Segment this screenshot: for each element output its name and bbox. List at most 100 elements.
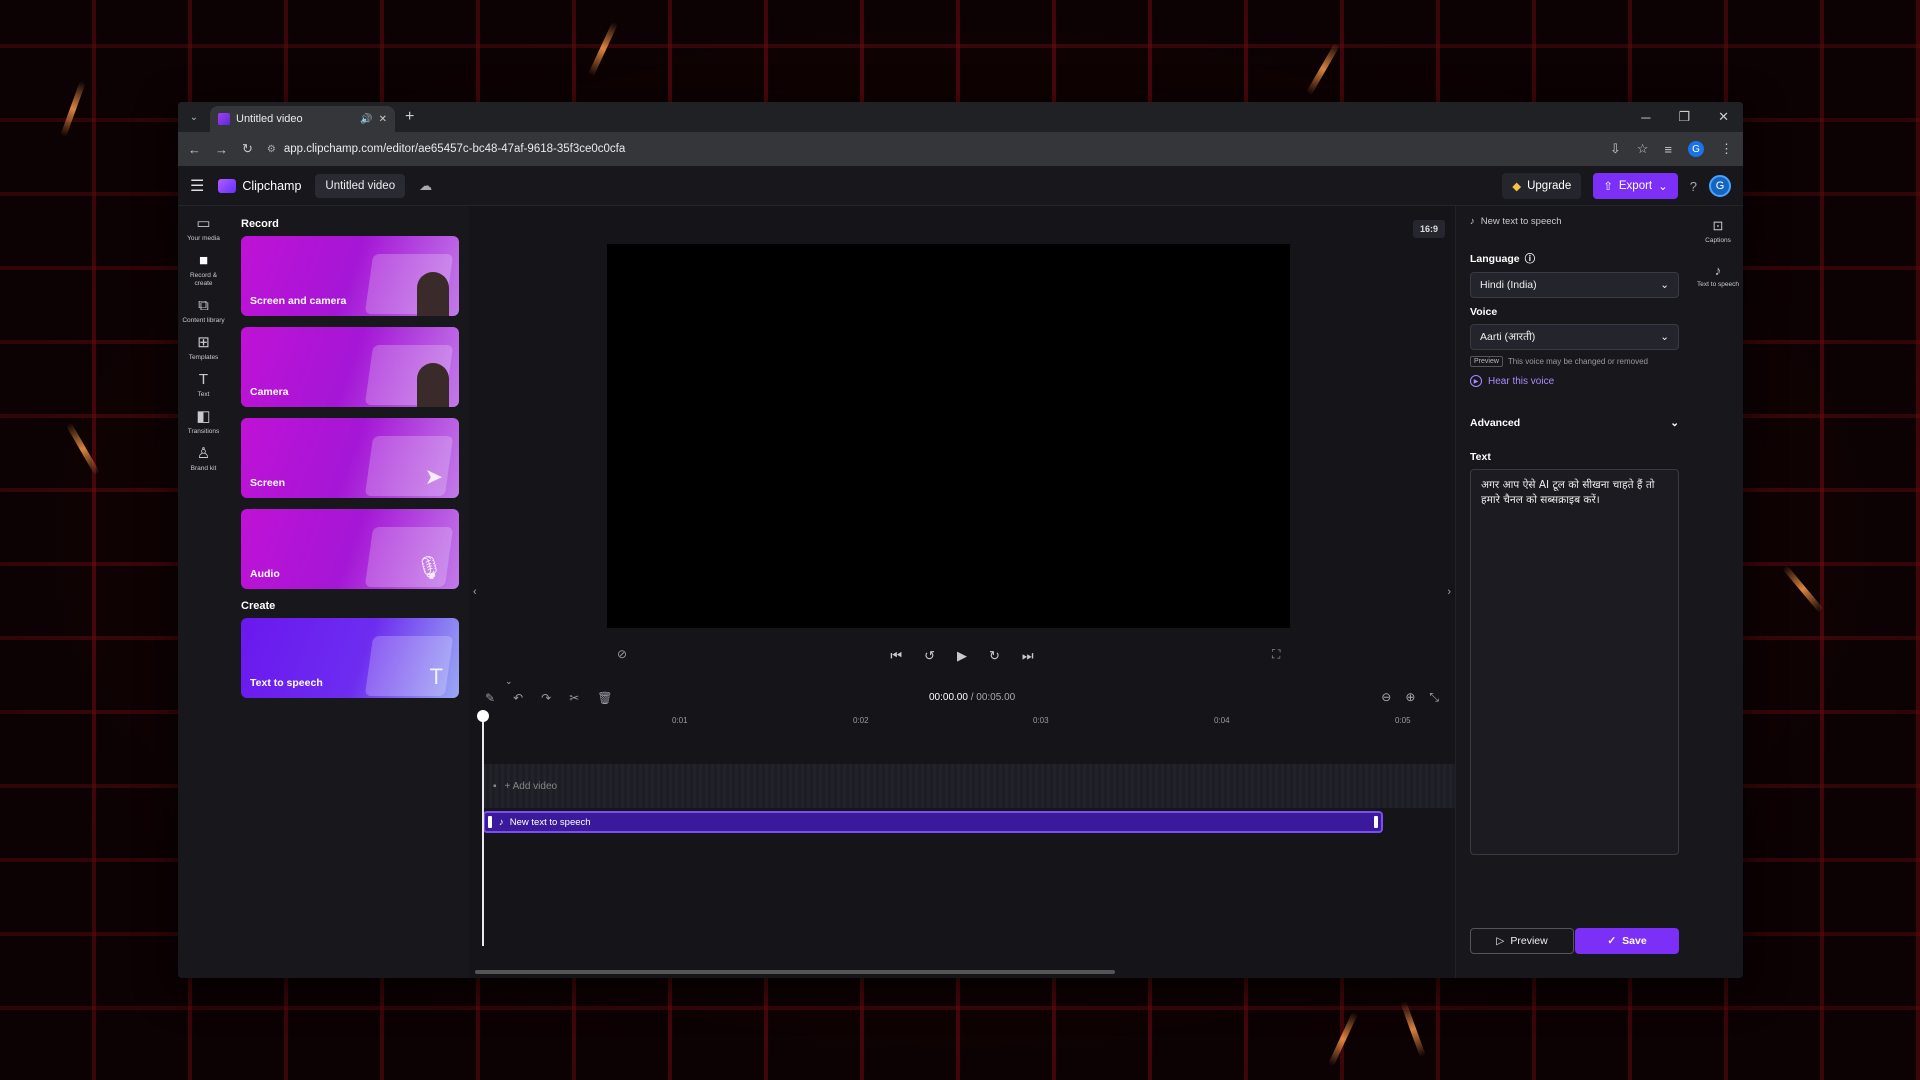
user-avatar[interactable]: G: [1709, 175, 1731, 197]
help-icon[interactable]: ?: [1690, 179, 1697, 194]
browser-tab[interactable]: Untitled video 🔊 ✕: [210, 106, 395, 132]
magic-icon[interactable]: ✎: [485, 691, 495, 705]
video-preview-canvas[interactable]: [607, 244, 1290, 628]
screen-and-camera-card[interactable]: Screen and camera: [241, 236, 459, 316]
tab-menu-icon[interactable]: ≡: [1664, 142, 1672, 157]
text-icon: T: [198, 371, 209, 388]
advanced-label: Advanced: [1470, 417, 1521, 429]
skip-back-icon[interactable]: ⏮: [890, 648, 902, 664]
timecode: 00:00.00 / 00:05.00: [929, 692, 1015, 703]
folder-icon: ▭: [196, 215, 211, 232]
close-tab-icon[interactable]: ✕: [379, 114, 387, 125]
zoom-in-icon[interactable]: ⊕: [1405, 690, 1415, 705]
close-window-icon[interactable]: ✕: [1718, 109, 1729, 125]
tts-text-input[interactable]: अगर आप ऐसे AI टूल को सीखना चाहते हैं तो …: [1470, 469, 1679, 855]
bookmark-star-icon[interactable]: ☆: [1637, 141, 1649, 157]
voice-note: Preview This voice may be changed or rem…: [1470, 356, 1679, 367]
rail-label: Templates: [188, 354, 219, 361]
rail-item-brand-kit[interactable]: ♙ Brand kit: [181, 446, 227, 473]
timeline-scrollbar[interactable]: [475, 970, 1115, 974]
profile-icon[interactable]: G: [1688, 141, 1704, 157]
reload-icon[interactable]: ↻: [242, 141, 253, 157]
preview-button[interactable]: ▷ Preview: [1470, 928, 1574, 954]
project-title-input[interactable]: Untitled video: [315, 173, 406, 198]
preview-and-timeline: 16:9 ‹ › ⊘ ⏮ ↺ ▶ ↻ ⏭ ⛶ ⌄ ✎ ↶ ↷ ✂ 🗑 00:00…: [469, 206, 1455, 978]
delete-icon[interactable]: 🗑: [597, 691, 612, 705]
voice-select[interactable]: Aarti (आरती) ⌄: [1470, 324, 1679, 350]
total-time: / 00:05.00: [970, 692, 1016, 703]
clip-trim-left-handle[interactable]: [488, 816, 492, 828]
tab-search-dropdown[interactable]: ⌄: [184, 107, 204, 127]
aspect-ratio-button[interactable]: 16:9: [1412, 220, 1445, 238]
forward-5s-icon[interactable]: ↻: [989, 648, 1000, 664]
upload-icon: ⇧: [1603, 181, 1613, 193]
browser-window: ⌄ Untitled video 🔊 ✕ + ─ ❐ ✕ ← → ↻ ⚙ app…: [178, 102, 1743, 978]
hear-voice-label: Hear this voice: [1488, 375, 1555, 387]
fit-timeline-icon[interactable]: ⤡: [1429, 690, 1439, 705]
skip-forward-icon[interactable]: ⏭: [1022, 648, 1034, 664]
upgrade-button[interactable]: ◆ Upgrade: [1502, 173, 1582, 199]
advanced-toggle[interactable]: Advanced ⌄: [1470, 417, 1679, 429]
tts-icon: ♪: [1470, 216, 1475, 227]
rail-item-transitions[interactable]: ◧ Transitions: [181, 409, 227, 436]
rrail-item-captions[interactable]: ⊡ Captions: [1705, 218, 1731, 245]
collapse-right-panel-icon[interactable]: ›: [1447, 586, 1451, 598]
hear-voice-link[interactable]: ▶ Hear this voice: [1470, 375, 1679, 387]
text-label: Text: [1470, 451, 1491, 463]
site-info-icon[interactable]: ⚙: [267, 144, 276, 155]
voice-note-text: This voice may be changed or removed: [1507, 357, 1648, 366]
rail-item-content-library[interactable]: ⧉ Content library: [181, 298, 227, 325]
play-icon[interactable]: ▶: [957, 648, 967, 664]
card-label: Camera: [250, 386, 289, 398]
undo-icon[interactable]: ↶: [513, 691, 523, 705]
rail-item-text[interactable]: T Text: [181, 372, 227, 399]
camera-card[interactable]: Camera: [241, 327, 459, 407]
video-track[interactable]: ▪ + Add video: [483, 764, 1455, 808]
collapse-left-panel-icon[interactable]: ‹: [473, 586, 477, 598]
rail-item-templates[interactable]: ⊞ Templates: [181, 335, 227, 362]
ruler-tick: 0:02: [853, 716, 869, 725]
rail-item-record-create[interactable]: ■ Record & create: [181, 253, 227, 288]
language-label-text: Language: [1470, 252, 1520, 265]
person-thumbnail: [417, 272, 449, 316]
library-icon: ⧉: [198, 297, 209, 314]
tts-audio-clip[interactable]: ♪ New text to speech: [483, 811, 1383, 833]
language-select[interactable]: Hindi (India) ⌄: [1470, 272, 1679, 298]
info-icon[interactable]: ⓘ: [1525, 251, 1536, 266]
zoom-out-icon[interactable]: ⊖: [1381, 690, 1391, 705]
redo-icon[interactable]: ↷: [541, 691, 551, 705]
playhead[interactable]: [477, 710, 489, 946]
chevron-down-icon: ⌄: [1660, 279, 1669, 291]
kebab-menu-icon[interactable]: ⋮: [1720, 141, 1733, 157]
screen-card[interactable]: ➤ Screen: [241, 418, 459, 498]
fullscreen-icon[interactable]: ⛶: [1272, 647, 1280, 662]
speaker-icon[interactable]: 🔊: [360, 114, 372, 125]
export-button[interactable]: ⇧ Export ⌄: [1593, 173, 1678, 199]
url-field[interactable]: ⚙ app.clipchamp.com/editor/ae65457c-bc48…: [267, 143, 1596, 155]
rewind-5s-icon[interactable]: ↺: [924, 648, 935, 664]
clipchamp-logo[interactable]: Clipchamp: [218, 178, 301, 193]
hamburger-menu-icon[interactable]: ☰: [190, 176, 204, 196]
split-icon[interactable]: ✂: [569, 691, 579, 705]
new-tab-icon[interactable]: +: [405, 108, 414, 126]
rrail-item-text-to-speech[interactable]: ♪ Text to speech: [1697, 263, 1739, 289]
clip-trim-right-handle[interactable]: [1374, 816, 1378, 828]
audio-card[interactable]: 🎙 Audio: [241, 509, 459, 589]
save-button[interactable]: ✓ Save: [1575, 928, 1679, 954]
rail-item-your-media[interactable]: ▭ Your media: [181, 216, 227, 243]
timeline-ruler[interactable]: 0:01 0:02 0:03 0:04 0:05: [479, 716, 1445, 730]
cloud-sync-icon[interactable]: ☁: [419, 178, 432, 194]
back-icon[interactable]: ←: [188, 142, 201, 157]
ruler-tick: 0:01: [672, 716, 688, 725]
url-text: app.clipchamp.com/editor/ae65457c-bc48-4…: [283, 143, 626, 155]
text-to-speech-card[interactable]: T Text to speech: [241, 618, 459, 698]
install-app-icon[interactable]: ⇩: [1610, 141, 1621, 157]
cursor-icon: ➤: [424, 464, 443, 489]
forward-icon[interactable]: →: [215, 142, 228, 157]
rail-label: Brand kit: [190, 465, 217, 472]
minimize-icon[interactable]: ─: [1641, 110, 1650, 125]
card-label: Audio: [250, 568, 280, 580]
tab-title: Untitled video: [236, 113, 303, 125]
restore-icon[interactable]: ❐: [1678, 109, 1690, 125]
props-actions: ▷ Preview ✓ Save: [1470, 928, 1679, 954]
